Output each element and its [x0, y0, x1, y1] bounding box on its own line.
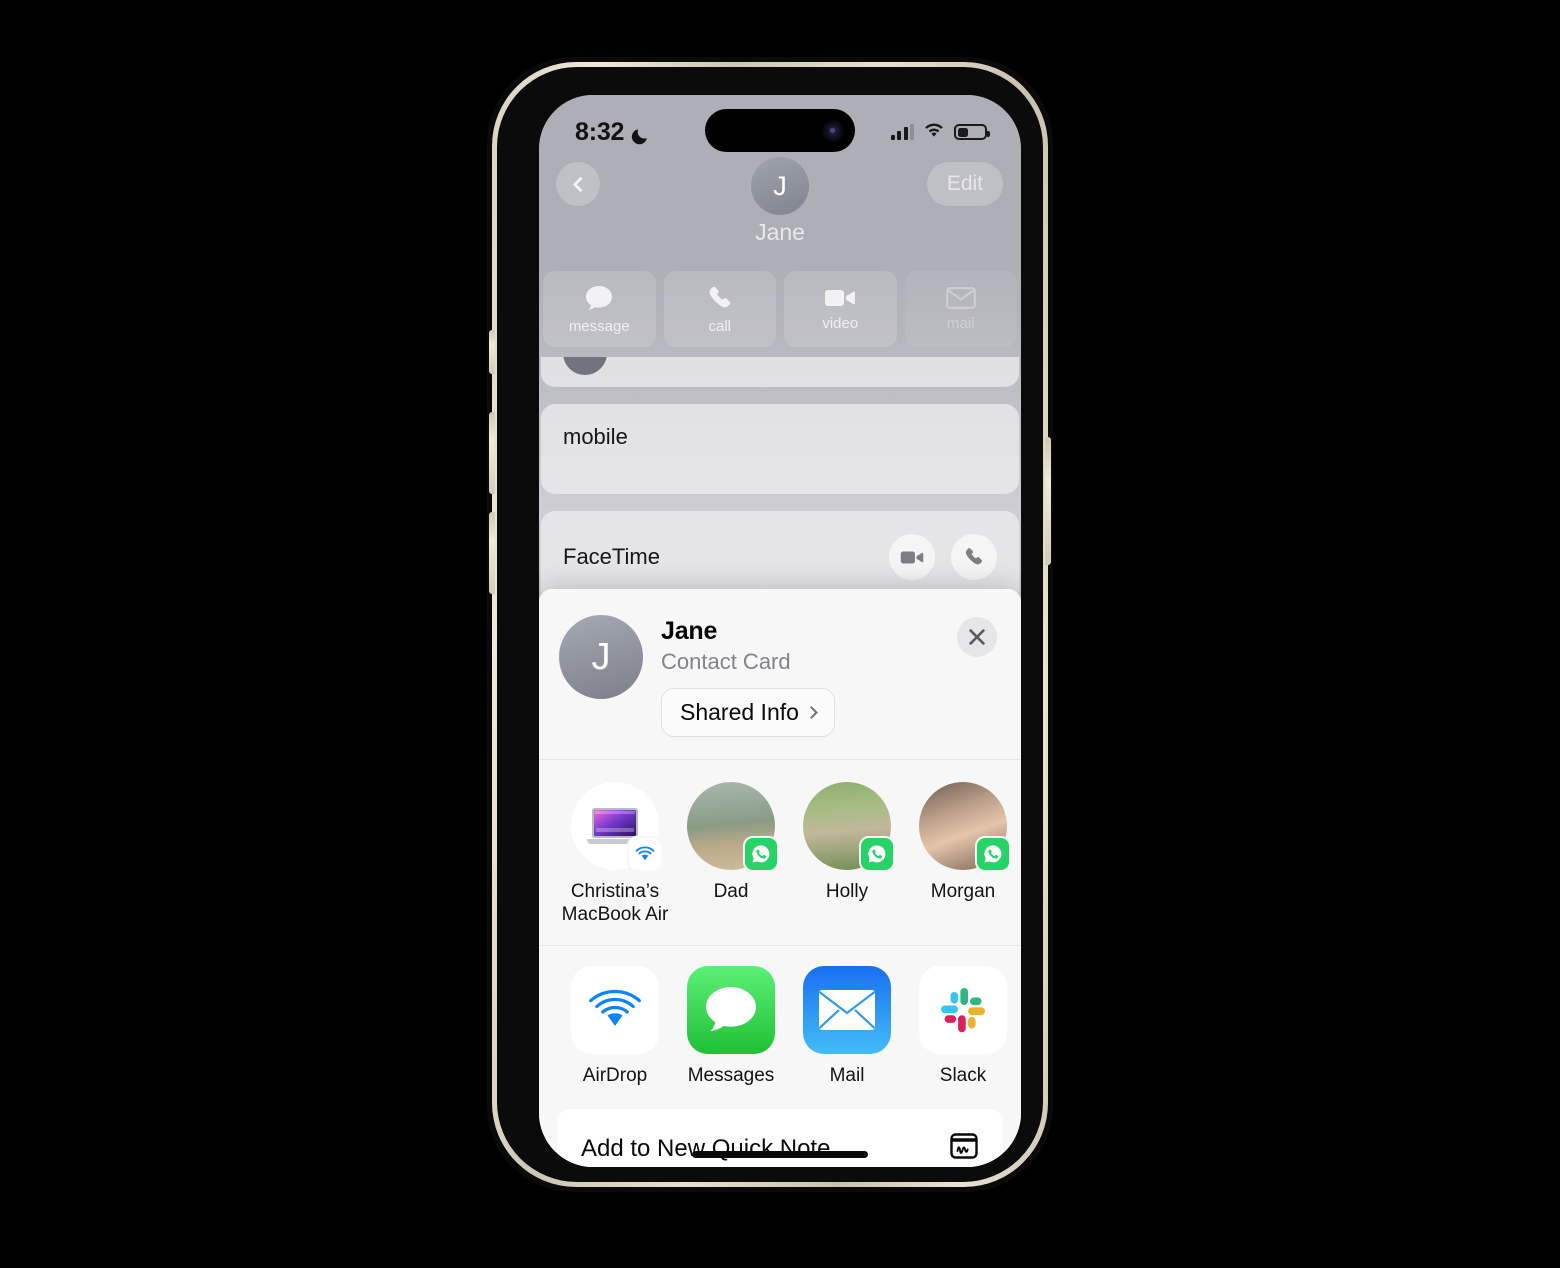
slack-icon	[919, 965, 1007, 1054]
quick-note-row[interactable]: Add to New Quick Note	[557, 1108, 1003, 1167]
front-camera-icon	[822, 119, 844, 142]
home-indicator[interactable]	[692, 1151, 868, 1158]
contact-info-rows: mobile FaceTime	[541, 357, 1019, 620]
quick-note-icon	[949, 1131, 979, 1167]
share-target-morgan[interactable]: Morgan	[905, 782, 1021, 927]
facetime-buttons	[889, 534, 997, 580]
chevron-left-icon	[572, 176, 588, 192]
page-title: Jane	[755, 219, 805, 245]
table-row[interactable]	[541, 357, 1019, 387]
shared-info-label: Shared Info	[680, 699, 799, 725]
avatar-initial: J	[773, 170, 787, 201]
share-target-dad[interactable]: Dad	[673, 782, 789, 927]
airdrop-icon	[571, 965, 659, 1054]
messages-icon	[687, 965, 775, 1054]
contact-action-buttons: message call video mail	[541, 271, 1019, 347]
share-apps-row: AirDrop Messages Mail Slack	[539, 946, 1021, 1103]
mail-action-button: mail	[904, 271, 1017, 347]
facetime-audio-button[interactable]	[951, 534, 997, 580]
volume-down-button[interactable]	[489, 512, 495, 594]
share-target-label: Dad	[713, 881, 749, 902]
share-preview-meta: Jane Contact Card Shared Info	[661, 615, 995, 737]
video-action-label: video	[822, 314, 859, 332]
phone-screen: 8:32 J Edit Jane message call video mail…	[539, 95, 1021, 1167]
close-icon	[967, 627, 987, 647]
video-action-button[interactable]: video	[784, 271, 897, 347]
whatsapp-badge-icon	[975, 836, 1011, 872]
back-button[interactable]	[556, 162, 600, 206]
contact-photo	[919, 782, 1011, 872]
action-button[interactable]	[489, 330, 495, 374]
cellular-signal-icon	[890, 124, 914, 140]
share-target-label: Christina’s MacBook Air	[561, 881, 669, 925]
facetime-label: FaceTime	[563, 544, 660, 569]
share-sheet-header: J Jane Contact Card Shared Info	[539, 589, 1021, 759]
share-app-label: Mail	[829, 1064, 865, 1086]
share-preview-title: Jane	[661, 617, 718, 645]
share-app-mail[interactable]: Mail	[789, 965, 905, 1087]
chevron-right-icon	[805, 706, 818, 719]
mail-action-label: mail	[946, 314, 975, 332]
share-app-label: AirDrop	[582, 1064, 648, 1086]
whatsapp-badge-icon	[743, 836, 779, 872]
partial-avatar	[563, 357, 607, 375]
call-action-label: call	[708, 317, 731, 335]
contact-photo	[687, 782, 779, 872]
avatar[interactable]: J	[751, 157, 809, 215]
share-target-holly[interactable]: Holly	[789, 782, 905, 927]
share-target-label: Holly	[825, 881, 869, 902]
contact-photo	[803, 782, 895, 872]
status-time-group: 8:32	[575, 118, 650, 147]
screenshot-stage: 8:32 J Edit Jane message call video mail…	[0, 0, 1560, 1268]
video-camera-icon	[824, 287, 856, 309]
dynamic-island	[705, 109, 855, 152]
call-action-button[interactable]: call	[663, 271, 776, 347]
share-preview-subtitle: Contact Card	[661, 649, 791, 674]
mobile-phone-row[interactable]: mobile	[541, 404, 1019, 494]
wifi-icon	[923, 122, 945, 143]
share-avatar-initial: J	[591, 635, 611, 678]
envelope-icon	[945, 286, 976, 309]
mail-icon	[803, 965, 891, 1054]
phone-icon	[706, 284, 734, 312]
share-app-airdrop[interactable]: AirDrop	[557, 965, 673, 1087]
message-bubble-icon	[584, 284, 614, 312]
quick-note-label: Add to New Quick Note	[581, 1135, 831, 1163]
edit-label: Edit	[946, 172, 983, 195]
share-app-label: Messages	[687, 1064, 775, 1086]
status-indicators	[890, 122, 990, 143]
share-target-label: Morgan	[930, 881, 996, 902]
volume-up-button[interactable]	[489, 412, 495, 494]
airdrop-badge-icon	[627, 836, 663, 872]
battery-icon	[954, 124, 990, 140]
moon-icon	[631, 123, 650, 144]
close-button[interactable]	[957, 617, 997, 657]
mobile-label: mobile	[563, 424, 628, 449]
share-app-messages[interactable]: Messages	[673, 965, 789, 1087]
message-action-label: message	[568, 317, 630, 335]
navigation-bar: J Edit Jane	[539, 153, 1021, 245]
facetime-video-button[interactable]	[889, 534, 935, 580]
edit-button[interactable]: Edit	[926, 162, 1003, 206]
share-suggestions-row: Christina’s MacBook Air Dad Holly Morgan	[539, 760, 1021, 945]
status-time: 8:32	[575, 117, 625, 146]
whatsapp-badge-icon	[859, 836, 895, 872]
message-action-button[interactable]: message	[543, 271, 656, 347]
share-preview-avatar: J	[559, 615, 643, 699]
macbook-air-thumbnail	[571, 782, 663, 872]
share-app-label: Slack	[939, 1064, 987, 1086]
power-button[interactable]	[1045, 437, 1051, 565]
shared-info-button[interactable]: Shared Info	[661, 688, 835, 737]
share-sheet: J Jane Contact Card Shared Info Christin…	[539, 589, 1021, 1167]
share-app-slack[interactable]: Slack	[905, 965, 1021, 1087]
share-target-macbook[interactable]: Christina’s MacBook Air	[557, 782, 673, 927]
